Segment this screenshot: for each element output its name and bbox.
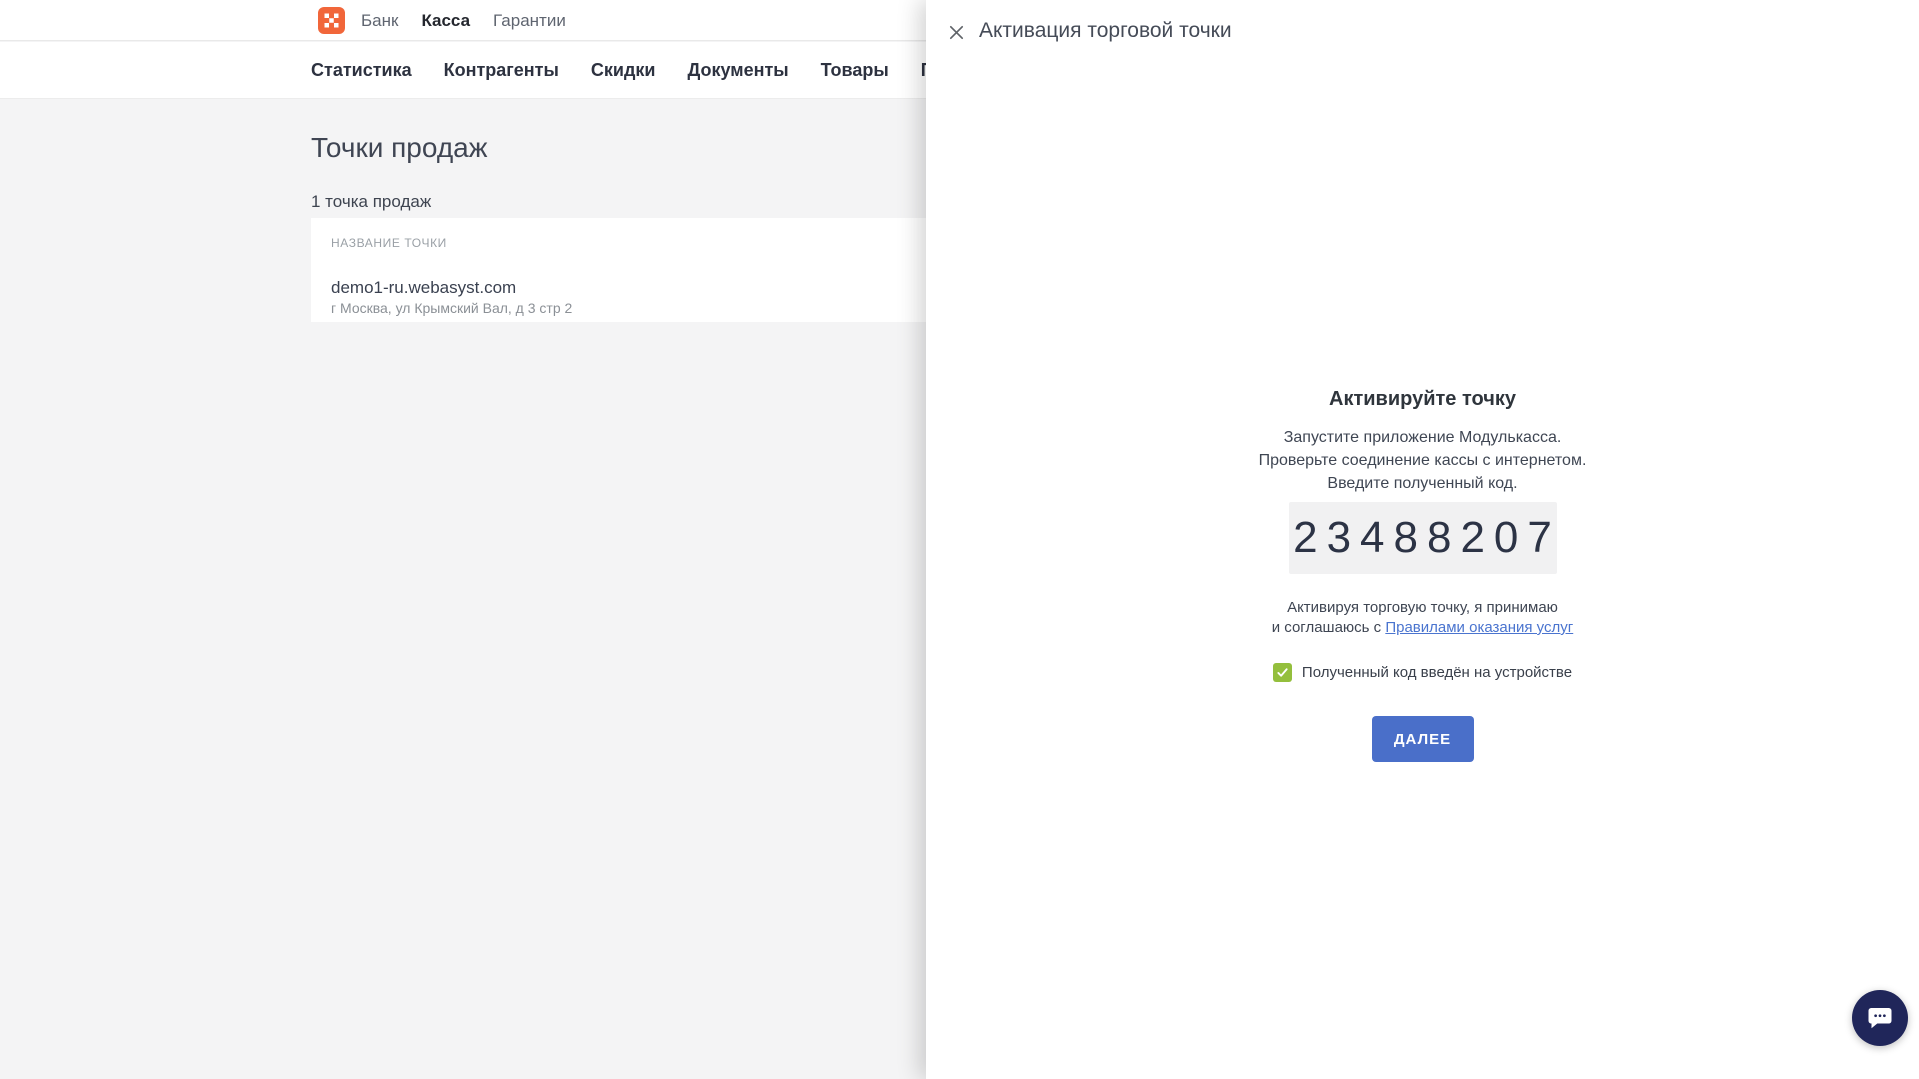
agreement-line-2-prefix: и соглашаюсь с [1272, 619, 1386, 636]
page-title: Точки продаж [311, 132, 487, 164]
nav-item-counterparties[interactable]: Контрагенты [444, 60, 559, 81]
activation-instructions: Запустите приложение Модулькасса. Провер… [926, 426, 1919, 495]
terms-agreement-text: Активируя торговую точку, я принимаю и с… [926, 598, 1919, 638]
code-entered-checkbox-label[interactable]: Полученный код введён на устройстве [1302, 664, 1572, 681]
nav-item-products[interactable]: Товары [821, 60, 889, 81]
activate-heading: Активируйте точку [926, 388, 1919, 411]
product-switcher: Банк Касса Гарантии [361, 0, 566, 41]
activation-drawer: Активация торговой точки Активируйте точ… [926, 0, 1919, 1079]
agreement-line-1: Активируя торговую точку, я принимаю [926, 598, 1919, 618]
instruction-line-3: Введите полученный код. [926, 472, 1919, 495]
code-entered-checkbox[interactable] [1273, 663, 1292, 682]
topnav-item-bank[interactable]: Банк [361, 11, 398, 31]
instruction-line-1: Запустите приложение Модулькасса. [926, 426, 1919, 449]
chat-widget-button[interactable] [1852, 990, 1908, 1046]
instruction-line-2: Проверьте соединение кассы с интернетом. [926, 449, 1919, 472]
topnav-item-kassa[interactable]: Касса [421, 11, 470, 31]
next-button[interactable]: ДАЛЕЕ [1372, 716, 1474, 762]
modulbank-logo-icon[interactable] [318, 7, 345, 34]
table-row-point-address: г Москва, ул Крымский Вал, д 3 стр 2 [331, 300, 572, 316]
terms-of-service-link[interactable]: Правилами оказания услуг [1385, 619, 1573, 636]
activation-code-box: 23488207 [1289, 502, 1557, 574]
close-icon[interactable] [945, 21, 967, 43]
activation-code: 23488207 [1293, 513, 1561, 563]
agreement-line-2: и соглашаюсь с Правилами оказания услуг [926, 618, 1919, 638]
drawer-header: Активация торговой точки [926, 0, 1919, 64]
section-nav-items: Статистика Контрагенты Скидки Документы … [311, 42, 984, 99]
topnav-item-garantii[interactable]: Гарантии [493, 11, 566, 31]
nav-item-discounts[interactable]: Скидки [591, 60, 656, 81]
sales-points-count: 1 точка продаж [311, 192, 431, 212]
table-row-point-name[interactable]: demo1-ru.webasyst.com [331, 278, 516, 298]
chat-bubble-icon [1865, 1003, 1895, 1033]
code-entered-checkbox-row: Полученный код введён на устройстве [926, 663, 1919, 682]
nav-item-statistics[interactable]: Статистика [311, 60, 412, 81]
table-column-header: НАЗВАНИЕ ТОЧКИ [331, 236, 447, 250]
nav-item-documents[interactable]: Документы [687, 60, 788, 81]
drawer-title: Активация торговой точки [979, 19, 1232, 43]
